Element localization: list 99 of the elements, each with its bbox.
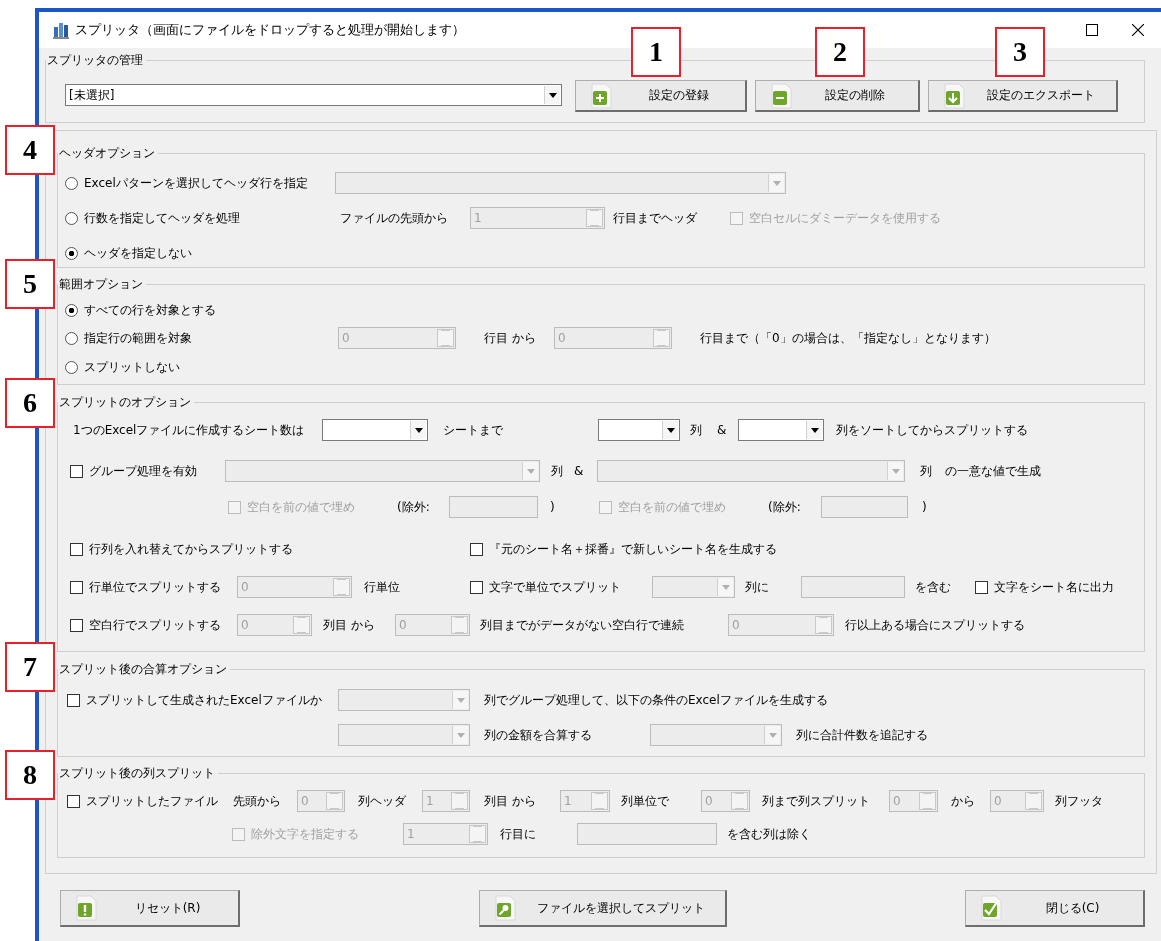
label: 列の金額を合算する — [484, 726, 592, 744]
down-arrow-icon — [943, 82, 965, 109]
button[interactable]: 設定の削除 — [755, 80, 920, 112]
checkbox[interactable] — [67, 794, 80, 808]
plus-icon — [590, 82, 612, 109]
app-icon — [53, 21, 69, 39]
callout-number: 7 — [5, 642, 55, 692]
label: 列単位で — [621, 792, 669, 810]
radio-label[interactable]: ヘッダを指定しない — [84, 244, 192, 262]
label: 列 — [690, 421, 702, 439]
label: を含む — [915, 578, 951, 596]
exclamation-icon — [75, 895, 97, 921]
group-title: スプリット後の列スプリット — [58, 765, 216, 781]
radio-button[interactable] — [65, 303, 78, 317]
label: 1つのExcelファイルに作成するシート数は — [73, 421, 305, 439]
label: 列目 から — [484, 792, 536, 810]
radio-label[interactable]: 行数を指定してヘッダを処理 — [84, 209, 240, 227]
checkbox[interactable] — [470, 580, 483, 594]
label: 行以上ある場合にスプリットする — [845, 616, 1025, 634]
label: 列 — [920, 462, 932, 480]
label: 行目に — [500, 825, 536, 843]
checkbox-label[interactable]: 『元のシート名＋採番』で新しいシート名を生成する — [489, 540, 777, 558]
callout-number: 2 — [815, 27, 865, 77]
dropdown[interactable] — [738, 419, 824, 441]
checkbox[interactable] — [70, 618, 83, 632]
label: (除外: — [768, 498, 801, 516]
dropdown[interactable]: [未選択] — [65, 84, 562, 106]
label: 列フッタ — [1055, 792, 1103, 810]
radio-label[interactable]: すべての行を対象とする — [84, 301, 216, 319]
checkbox-label[interactable]: スプリットしたファイル — [86, 792, 218, 810]
group-title: ヘッダオプション — [58, 145, 156, 161]
button[interactable]: 設定のエクスポート — [928, 80, 1118, 112]
radio-button[interactable] — [65, 211, 78, 225]
label: シートまで — [443, 421, 503, 439]
label: (除外: — [397, 498, 430, 516]
callout-number: 8 — [5, 750, 55, 800]
label: 列ヘッダ — [358, 792, 406, 810]
checkbox[interactable] — [470, 542, 483, 556]
label: 行目までヘッダ — [613, 209, 697, 227]
checkbox-label[interactable]: グループ処理を有効 — [89, 462, 197, 480]
window-title: スプリッタ（画面にファイルをドロップすると処理が開始します） — [75, 21, 466, 39]
label: 行目まで（「0」の場合は、「指定なし」となります） — [700, 329, 996, 347]
radio-label[interactable]: スプリットしない — [84, 358, 180, 376]
radio-button[interactable] — [65, 246, 78, 260]
radio-button[interactable] — [65, 331, 78, 345]
checkbox-label[interactable]: 文字で単位でスプリット — [489, 578, 621, 596]
label: ) — [922, 500, 927, 514]
callout-number: 3 — [995, 27, 1045, 77]
callout-number: 1 — [631, 27, 681, 77]
close-icon — [1132, 24, 1144, 36]
checkbox-label[interactable]: スプリットして生成されたExcelファイルか — [86, 691, 322, 709]
label: 先頭から — [233, 792, 281, 810]
label: を含む列は除く — [727, 825, 811, 843]
label: から — [951, 792, 975, 810]
checkbox[interactable] — [975, 580, 988, 594]
label: ファイルの先頭から — [340, 209, 448, 227]
dropdown[interactable] — [598, 419, 680, 441]
callout-number: 4 — [5, 125, 55, 175]
label: & — [574, 464, 584, 478]
button[interactable]: ファイルを選択してスプリット — [479, 890, 727, 927]
button[interactable]: 設定の登録 — [575, 80, 747, 112]
radio-button[interactable] — [65, 176, 78, 190]
maximize-icon — [1086, 24, 1098, 36]
button[interactable]: 閉じる(C) — [965, 890, 1145, 927]
checkbox[interactable] — [70, 464, 83, 478]
checkbox[interactable] — [67, 693, 80, 707]
label: 列に — [745, 578, 769, 596]
checkbox-label[interactable]: 行列を入れ替えてからスプリットする — [89, 540, 293, 558]
radio-label[interactable]: Excelパターンを選択してヘッダ行を指定 — [84, 174, 308, 192]
label: の一意な値で生成 — [945, 462, 1041, 480]
button[interactable]: リセット(R) — [60, 890, 240, 927]
label: 列目までがデータがない空白行で連続 — [480, 616, 684, 634]
label: 列まで列スプリット — [762, 792, 870, 810]
label: 行目 から — [484, 329, 536, 347]
check-icon — [980, 895, 1002, 921]
checkbox-label[interactable]: 文字をシート名に出力 — [994, 578, 1114, 596]
callout-number: 5 — [5, 259, 55, 309]
dropdown[interactable] — [322, 419, 428, 441]
checkbox[interactable] — [70, 580, 83, 594]
group-title: スプリット後の合算オプション — [58, 661, 228, 677]
callout-number: 6 — [5, 378, 55, 428]
label: 列をソートしてからスプリットする — [836, 421, 1028, 439]
radio-button[interactable] — [65, 360, 78, 374]
checkbox-label[interactable]: 空白行でスプリットする — [89, 616, 221, 634]
group-title: スプリットのオプション — [58, 394, 192, 410]
radio-label[interactable]: 指定行の範囲を対象 — [84, 329, 192, 347]
label: 行単位 — [364, 578, 400, 596]
checkbox[interactable] — [70, 542, 83, 556]
label: & — [717, 423, 727, 437]
label: ) — [550, 500, 555, 514]
label: 列 — [551, 462, 563, 480]
search-icon — [494, 895, 516, 921]
minus-icon — [770, 82, 792, 109]
label: 列目 から — [323, 616, 375, 634]
label: 列でグループ処理して、以下の条件のExcelファイルを生成する — [484, 691, 828, 709]
group-title: 範囲オプション — [58, 276, 144, 292]
checkbox-label[interactable]: 行単位でスプリットする — [89, 578, 221, 596]
group-title: スプリッタの管理 — [46, 52, 144, 68]
label: 列に合計件数を追記する — [796, 726, 928, 744]
